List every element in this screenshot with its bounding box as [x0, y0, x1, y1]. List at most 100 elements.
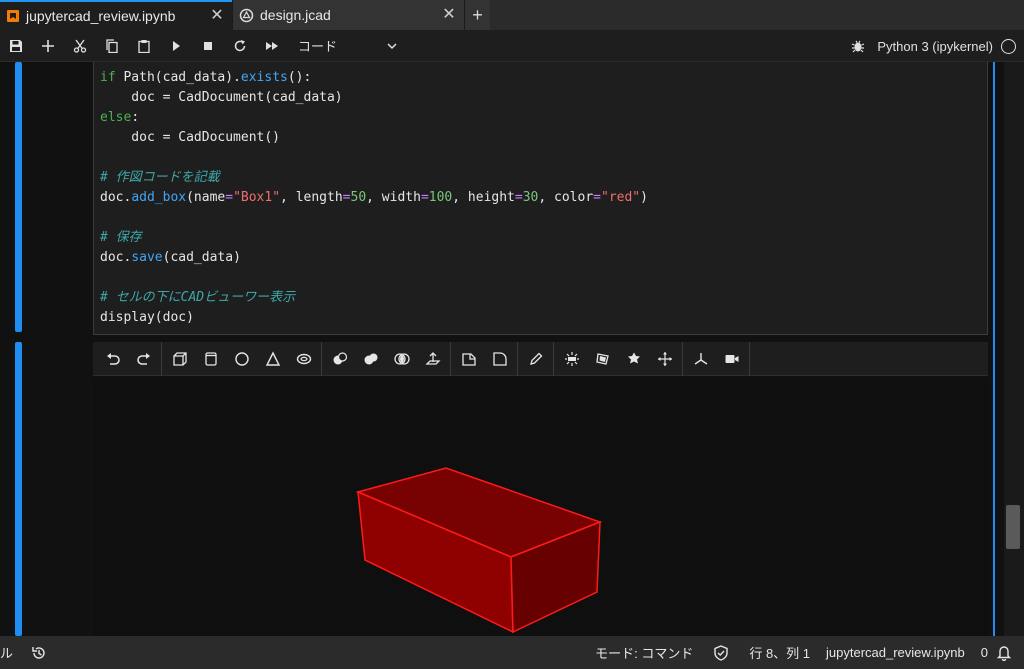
tab-notebook[interactable]: jupytercad_review.ipynb ✕: [0, 0, 232, 30]
save-button[interactable]: [0, 30, 32, 62]
pencil-button[interactable]: [520, 342, 551, 376]
cad-viewer[interactable]: [93, 377, 988, 636]
pencil-icon: [529, 352, 542, 365]
copy-button[interactable]: [96, 30, 128, 62]
code-token: 30: [522, 190, 539, 205]
insert-cell-button[interactable]: [32, 30, 64, 62]
close-icon[interactable]: ✕: [442, 7, 456, 23]
code-line[interactable]: else:: [100, 108, 648, 128]
cut-button[interactable]: [64, 30, 96, 62]
kernel-indicator[interactable]: Python 3 (ipykernel): [851, 30, 1016, 62]
extrusion-button[interactable]: [417, 342, 448, 376]
file-name[interactable]: jupytercad_review.ipynb: [826, 645, 965, 660]
scrollbar-thumb[interactable]: [1006, 505, 1020, 549]
code-token: if: [100, 70, 116, 85]
move-button[interactable]: [649, 342, 680, 376]
scrollbar-track[interactable]: [1004, 62, 1024, 636]
cylinder-button[interactable]: [195, 342, 226, 376]
paste-button[interactable]: [128, 30, 160, 62]
run-button[interactable]: [160, 30, 192, 62]
code-line[interactable]: # セルの下にCADビューワー表示: [100, 288, 648, 308]
intersection-button[interactable]: [386, 342, 417, 376]
cell-collapser[interactable]: [15, 62, 22, 332]
code-line[interactable]: doc.add_box(name="Box1", length=50, widt…: [100, 188, 648, 208]
status-left-text[interactable]: ル: [0, 643, 13, 662]
code-token: , height: [452, 190, 515, 205]
cut-solid-button[interactable]: [324, 342, 355, 376]
tab-label: design.jcad: [260, 7, 331, 23]
box-model[interactable]: [355, 467, 603, 634]
code-line[interactable]: display(doc): [100, 308, 648, 328]
torus-button[interactable]: [288, 342, 319, 376]
tab-design-jcad[interactable]: design.jcad ✕: [232, 0, 464, 30]
code-content[interactable]: # あれば開く、なければ新規作成 if Path(cad_data).exists…: [100, 62, 648, 328]
chamfer-button[interactable]: [618, 342, 649, 376]
bug-icon[interactable]: [851, 39, 865, 53]
union-button[interactable]: [355, 342, 386, 376]
section-button[interactable]: [587, 342, 618, 376]
cell-type-label: コード: [298, 39, 338, 54]
code-token: add_box: [131, 190, 187, 205]
tab-label: jupytercad_review.ipynb: [26, 8, 176, 24]
code-token: # 保存: [100, 230, 142, 245]
redo-button[interactable]: [128, 342, 159, 376]
jupytercad-icon: [239, 8, 254, 22]
sketch-button[interactable]: [453, 342, 484, 376]
cursor-position[interactable]: 行 8、列 1: [749, 643, 810, 662]
kernel-name: Python 3 (ipykernel): [877, 38, 993, 54]
cone-button[interactable]: [257, 342, 288, 376]
code-line[interactable]: # 保存: [100, 228, 648, 248]
fillet-button[interactable]: [484, 342, 515, 376]
code-token: 100: [428, 190, 453, 205]
close-icon[interactable]: ✕: [210, 8, 224, 24]
code-line[interactable]: doc = CadDocument(): [100, 128, 648, 148]
cylinder-icon: [204, 351, 217, 366]
output-collapser[interactable]: [15, 342, 22, 636]
code-line[interactable]: [100, 148, 648, 168]
code-token: else: [100, 110, 132, 125]
cut-solid-icon: [333, 351, 347, 364]
history-icon[interactable]: [31, 645, 47, 661]
bell-icon[interactable]: [996, 644, 1012, 661]
notebook-panel[interactable]: # あれば開く、なければ新規作成 if Path(cad_data).exists…: [0, 62, 1024, 636]
copy-icon: [106, 38, 118, 53]
code-cell-editor[interactable]: # あれば開く、なければ新規作成 if Path(cad_data).exists…: [93, 62, 988, 335]
chamfer-icon: [627, 352, 640, 363]
sphere-button[interactable]: [226, 342, 257, 376]
code-line[interactable]: doc = CadDocument(cad_data): [100, 88, 648, 108]
code-line[interactable]: # 作図コードを記載: [100, 168, 648, 188]
code-line[interactable]: doc.save(cad_data): [100, 248, 648, 268]
mode-indicator[interactable]: モード: コマンド: [595, 643, 693, 662]
kernel-status-icon: [1001, 38, 1016, 54]
code-line[interactable]: [100, 208, 648, 228]
restart-icon: [234, 39, 246, 51]
active-cell-border: [993, 62, 995, 636]
restart-button[interactable]: [224, 30, 256, 62]
box-button[interactable]: [164, 342, 195, 376]
code-token: "Box1": [233, 190, 281, 205]
add-tab-button[interactable]: +: [464, 0, 490, 30]
trusted-shield-icon[interactable]: [713, 644, 729, 661]
explode-icon: [564, 351, 579, 366]
cell-type-select[interactable]: コード: [298, 36, 398, 55]
code-token: doc.: [100, 250, 132, 265]
code-token: =: [420, 190, 429, 205]
code-token: # セルの下にCADビューワー表示: [100, 290, 296, 305]
axes-button[interactable]: [685, 342, 716, 376]
undo-icon: [106, 352, 120, 365]
cad-3d-view[interactable]: [93, 377, 988, 636]
code-token: , width: [366, 190, 421, 205]
code-line[interactable]: if Path(cad_data).exists():: [100, 68, 648, 88]
code-token: doc = CadDocument(): [100, 130, 281, 145]
code-token: Path(cad_data).: [115, 70, 241, 85]
camera-button[interactable]: [716, 342, 747, 376]
notebook-icon: [7, 10, 19, 22]
undo-button[interactable]: [97, 342, 128, 376]
code-token: , color: [538, 190, 594, 205]
explode-button[interactable]: [556, 342, 587, 376]
code-line[interactable]: [100, 268, 648, 288]
run-all-button[interactable]: [256, 30, 288, 62]
stop-button[interactable]: [192, 30, 224, 62]
sphere-icon: [234, 351, 249, 366]
tab-bar: jupytercad_review.ipynb ✕ design.jcad ✕ …: [0, 0, 1024, 30]
